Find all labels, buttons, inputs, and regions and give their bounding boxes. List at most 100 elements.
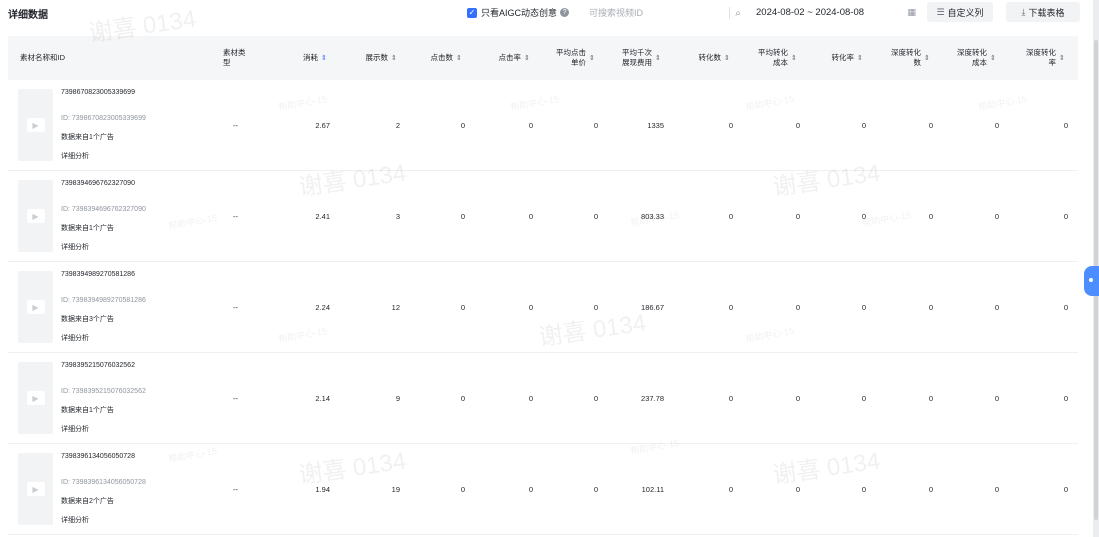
column-header[interactable]: 转化率 ⇕ <box>800 53 866 63</box>
play-icon[interactable]: ▶ <box>26 482 45 496</box>
column-header-label: 深度转化 率 <box>1026 48 1056 67</box>
column-header-label: 点击率 <box>498 53 522 62</box>
column-header-label: 消耗 <box>303 53 318 62</box>
video-thumbnail[interactable]: ▶ <box>18 180 53 252</box>
cell-impressions: 3 <box>395 211 400 221</box>
cell-deep-cost: 0 <box>994 120 999 130</box>
cell-impressions: 9 <box>395 393 400 403</box>
video-thumbnail[interactable]: ▶ <box>18 271 53 343</box>
cell-cpm: 186.67 <box>641 302 664 312</box>
cell-impressions: 19 <box>391 484 400 494</box>
cell-impressions: 12 <box>391 302 400 312</box>
cell-clicks: 0 <box>460 484 465 494</box>
column-header: 素材名称和ID <box>8 53 213 63</box>
detail-analysis-link[interactable]: 详细分析 <box>61 151 146 161</box>
column-header-label: 平均点击 单价 <box>556 48 586 67</box>
sort-icon[interactable]: ⇕ <box>857 55 863 62</box>
custom-columns-button[interactable]: ☰ 自定义列 <box>927 2 993 22</box>
material-id: ID: 7398395215076032562 <box>61 388 146 396</box>
cell-cpa: 0 <box>795 302 800 312</box>
date-range-picker[interactable]: 2024-08-02 ~ 2024-08-08 ▦ <box>756 2 920 22</box>
column-header-label: 深度转化 数 <box>891 48 921 67</box>
material-info: 7398394989270581286 ID: 73983949892705812… <box>61 271 146 343</box>
column-header[interactable]: 转化数 ⇕ <box>664 53 733 63</box>
aigc-filter[interactable]: ✓ 只看AIGC动态创意 ? <box>467 6 570 19</box>
cell-clicks: 0 <box>460 120 465 130</box>
material-cell: ▶ 7398396134056050728 ID: 7398396134056050… <box>8 453 223 525</box>
column-header[interactable]: 深度转化 数 ⇕ <box>866 48 933 68</box>
detail-analysis-link[interactable]: 详细分析 <box>61 333 146 343</box>
search-icon[interactable]: ⌕ <box>730 8 746 19</box>
cell-conversions: 0 <box>728 302 733 312</box>
column-header[interactable]: 点击率 ⇕ <box>465 53 533 63</box>
play-icon[interactable]: ▶ <box>26 391 45 405</box>
cell-deep-cost: 0 <box>994 302 999 312</box>
column-header[interactable]: 平均千次 展现费用 ⇕ <box>598 48 664 68</box>
toolbar: 详细数据 ✓ 只看AIGC动态创意 ? ⌕ 2024-08-02 ~ 2024-… <box>0 0 1090 26</box>
columns-icon: ☰ <box>936 6 945 17</box>
sort-icon[interactable]: ⇕ <box>791 55 797 62</box>
cell-deep-cost: 0 <box>994 393 999 403</box>
play-icon[interactable]: ▶ <box>26 118 45 132</box>
question-circle-icon[interactable]: ? <box>560 8 570 17</box>
search-box[interactable]: ⌕ <box>582 2 750 24</box>
date-range-value: 2024-08-02 ~ 2024-08-08 <box>756 6 865 18</box>
video-thumbnail[interactable]: ▶ <box>18 453 53 525</box>
checkbox-checked-icon[interactable]: ✓ <box>467 7 477 18</box>
video-thumbnail[interactable]: ▶ <box>18 362 53 434</box>
column-header-label: 转化率 <box>831 53 855 62</box>
column-header[interactable]: 平均点击 单价 ⇕ <box>533 48 598 68</box>
column-header[interactable]: 深度转化 率 ⇕ <box>999 48 1068 68</box>
sort-icon[interactable]: ⇕ <box>724 55 730 62</box>
column-header-label: 素材类型 <box>223 48 246 67</box>
sort-icon[interactable]: ⇕ <box>321 55 327 62</box>
download-label: 下载表格 <box>1028 7 1065 18</box>
search-input[interactable] <box>583 7 729 19</box>
video-thumbnail[interactable]: ▶ <box>18 89 53 161</box>
cell-deep-conv: 0 <box>928 120 933 130</box>
material-name: 7398670823005339699 <box>61 89 135 96</box>
column-header-label: 转化数 <box>698 53 722 62</box>
material-cell: ▶ 7398394989270581286 ID: 7398394989270581… <box>8 271 223 343</box>
cell-deep-rate: 0 <box>1063 393 1068 403</box>
cell-cost: 2.41 <box>315 211 330 221</box>
column-header[interactable]: 展示数 ⇕ <box>330 53 400 63</box>
material-id: ID: 7398394696762327090 <box>61 206 146 214</box>
sort-icon[interactable]: ⇕ <box>924 55 930 62</box>
sort-icon[interactable]: ⇕ <box>391 55 397 62</box>
detail-analysis-link[interactable]: 详细分析 <box>61 242 146 252</box>
cell-ctr: 0 <box>528 393 533 403</box>
table-row: ▶ 7398670823005339699 ID: 7398670823005339… <box>8 80 1078 171</box>
sort-icon[interactable]: ⇕ <box>524 55 530 62</box>
column-header[interactable]: 深度转化 成本 ⇕ <box>933 48 999 68</box>
column-header-label: 深度转化 成本 <box>957 48 987 67</box>
material-name: 7398394696762327090 <box>61 180 135 187</box>
detail-analysis-link[interactable]: 详细分析 <box>61 424 146 434</box>
column-header[interactable]: 点击数 ⇕ <box>400 53 465 63</box>
ad-source-count: 数据来自2个广告 <box>61 497 114 505</box>
assistant-mascot-icon[interactable] <box>1084 266 1099 296</box>
sort-icon[interactable]: ⇕ <box>655 55 661 62</box>
cell-deep-rate: 0 <box>1063 302 1068 312</box>
sort-icon[interactable]: ⇕ <box>456 55 462 62</box>
column-header[interactable]: 平均转化 成本 ⇕ <box>733 48 800 68</box>
cell-cvr: 0 <box>861 120 866 130</box>
cell-deep-conv: 0 <box>928 393 933 403</box>
play-icon[interactable]: ▶ <box>26 209 45 223</box>
cell-cost: 2.24 <box>315 302 330 312</box>
sort-icon[interactable]: ⇕ <box>589 55 595 62</box>
material-cell: ▶ 7398670823005339699 ID: 7398670823005339… <box>8 89 223 161</box>
cell-cpm: 102.11 <box>641 484 664 494</box>
table-row: ▶ 7398395215076032562 ID: 7398395215076032… <box>8 353 1078 444</box>
sort-icon[interactable]: ⇕ <box>1059 55 1065 62</box>
play-icon[interactable]: ▶ <box>26 300 45 314</box>
cell-cpa: 0 <box>795 484 800 494</box>
cell-type: -- <box>233 484 238 494</box>
cell-ctr: 0 <box>528 120 533 130</box>
sort-icon[interactable]: ⇕ <box>990 55 996 62</box>
column-header[interactable]: 消耗 ⇕ <box>255 53 330 63</box>
download-table-button[interactable]: ⤓ 下载表格 <box>1006 2 1080 22</box>
detail-analysis-link[interactable]: 详细分析 <box>61 515 146 525</box>
cell-type: -- <box>233 120 238 130</box>
cell-clicks: 0 <box>460 393 465 403</box>
